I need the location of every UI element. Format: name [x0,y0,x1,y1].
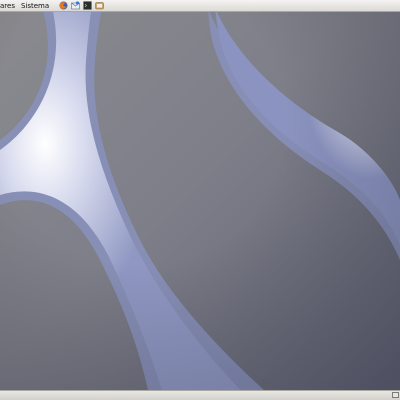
launcher-group [56,1,104,10]
bottom-panel [0,390,400,400]
top-panel: ares Sistema [0,0,400,12]
mail-client-icon[interactable] [71,1,80,10]
menu-system[interactable]: Sistema [18,0,52,12]
show-desktop-icon[interactable] [392,392,399,398]
menu-places[interactable]: ares [0,0,18,12]
firefox-icon[interactable] [59,1,68,10]
terminal-icon[interactable] [83,1,92,10]
desktop-screen: ares Sistema [0,0,400,400]
desktop-wallpaper[interactable] [0,0,400,400]
file-manager-icon[interactable] [95,1,104,10]
